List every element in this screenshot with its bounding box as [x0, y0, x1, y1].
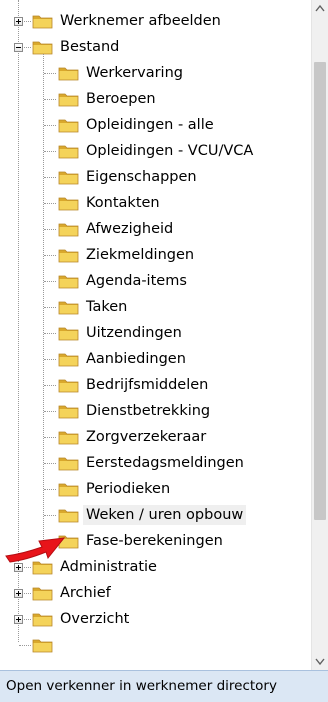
tree-connector-line — [44, 229, 56, 230]
folder-icon — [58, 249, 79, 263]
folder-icon — [32, 587, 53, 601]
tree-connector-line — [44, 437, 56, 438]
folder-icon — [58, 223, 79, 237]
tree-node-label: Afwezigheid — [86, 221, 174, 237]
tree-connector-line — [43, 54, 44, 541]
tree-node-label: Uitzendingen — [86, 325, 182, 341]
tree-node-label: Werknemer afbeelden — [60, 13, 221, 29]
tree-node-label: Bedrijfsmiddelen — [86, 377, 209, 393]
tree-node-label: Bestand — [60, 39, 120, 55]
tree-node-label: Overzicht — [60, 611, 130, 627]
tree-connector-line — [44, 151, 56, 152]
tree-node-label: Administratie — [60, 559, 157, 575]
tree-connector-line — [44, 73, 56, 74]
status-text: Open verkenner in werknemer directory — [6, 678, 277, 694]
expand-plus-icon[interactable] — [14, 615, 23, 624]
tree-node-label: Opleidingen - alle — [86, 117, 214, 133]
status-bar: Open verkenner in werknemer directory — [0, 670, 328, 702]
folder-icon — [58, 405, 79, 419]
tree-node-label: Opleidingen - VCU/VCA — [86, 143, 254, 159]
tree-connector-line — [19, 645, 31, 646]
tree-node-label: Eerstedagsmeldingen — [86, 455, 244, 471]
expand-plus-icon[interactable] — [14, 589, 23, 598]
tree-node-label: Ziekmeldingen — [86, 247, 195, 263]
expand-plus-icon[interactable] — [14, 17, 23, 26]
tree-connector-line — [44, 307, 56, 308]
red-arrow-icon — [5, 537, 66, 563]
folder-icon — [58, 119, 79, 133]
tree-connector-line — [44, 281, 56, 282]
folder-icon — [32, 613, 53, 627]
folder-icon — [58, 275, 79, 289]
folder-icon — [58, 431, 79, 445]
tree-node-label: Werkervaring — [86, 65, 183, 81]
tree-connector-line — [44, 99, 56, 100]
tree-node-label: Zorgverzekeraar — [86, 429, 207, 445]
folder-icon — [58, 509, 79, 523]
scroll-up-icon[interactable] — [312, 0, 328, 17]
tree-connector-line — [44, 463, 56, 464]
folder-icon — [58, 145, 79, 159]
tree-node-label: Periodieken — [86, 481, 171, 497]
folder-icon — [58, 457, 79, 471]
folder-icon — [58, 171, 79, 185]
tree-connector-line — [44, 177, 56, 178]
folder-icon — [58, 327, 79, 341]
tree-node-label: Dienstbetrekking — [86, 403, 211, 419]
folder-icon — [58, 67, 79, 81]
tree-connector-line — [44, 515, 56, 516]
folder-icon — [58, 379, 79, 393]
folder-icon — [58, 197, 79, 211]
folder-icon — [32, 639, 53, 653]
tree-node-label: Archief — [60, 585, 111, 601]
tree-node-label: Eigenschappen — [86, 169, 197, 185]
tree-connector-line — [44, 411, 56, 412]
folder-icon — [58, 93, 79, 107]
tree-connector-line — [44, 489, 56, 490]
folder-icon — [58, 353, 79, 367]
folder-icon — [58, 301, 79, 315]
folder-icon — [32, 15, 53, 29]
tree-connector-line — [44, 203, 56, 204]
tree-connector-line — [44, 125, 56, 126]
folder-icon — [58, 483, 79, 497]
tree-connector-line — [44, 255, 56, 256]
tree-node-label: Agenda-items — [86, 273, 187, 289]
tree-connector-line — [44, 333, 56, 334]
tree-node-label: Kontakten — [86, 195, 160, 211]
expand-plus-icon[interactable] — [14, 563, 23, 572]
collapse-minus-icon[interactable] — [14, 43, 23, 52]
tree-node-label: Beroepen — [86, 91, 156, 107]
tree-node-label: Aanbiedingen — [86, 351, 186, 367]
tree-node-label: Weken / uren opbouw — [83, 505, 247, 525]
tree-node-label: Taken — [86, 299, 128, 315]
tree-connector-line — [44, 359, 56, 360]
folder-icon — [32, 41, 53, 55]
tree-node-label: Fase-berekeningen — [86, 533, 223, 549]
scroll-down-icon[interactable] — [312, 653, 328, 670]
tree-connector-line — [44, 385, 56, 386]
scroll-thumb[interactable] — [314, 62, 326, 520]
vertical-scrollbar[interactable] — [311, 0, 328, 670]
tree-view[interactable]: Werknemer afbeelden Bestand Werkervaring Be… — [0, 0, 311, 670]
